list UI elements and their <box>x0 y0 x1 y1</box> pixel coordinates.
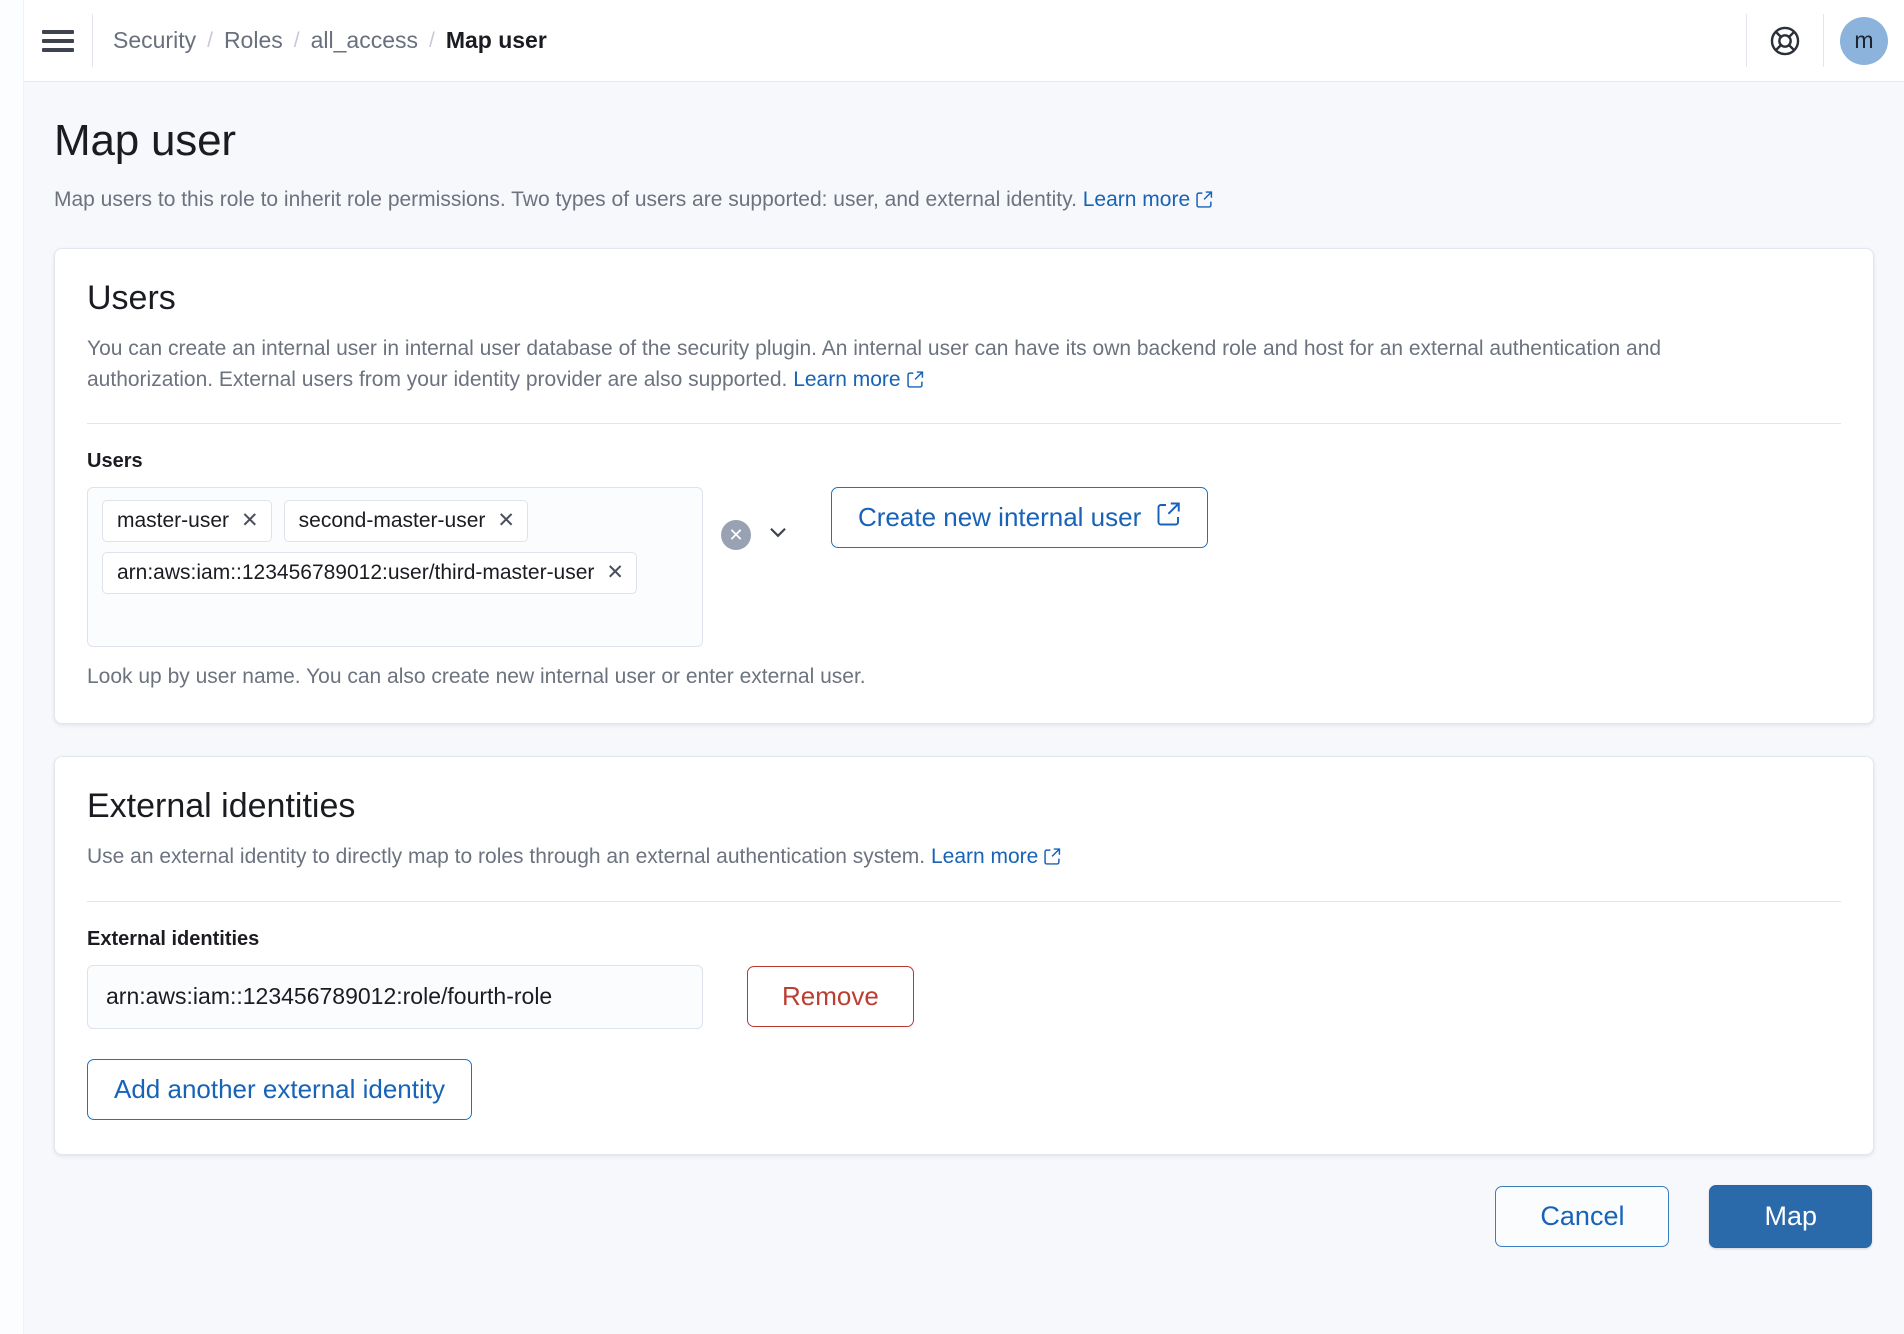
avatar[interactable]: m <box>1840 16 1888 65</box>
page-description-text: Map users to this role to inherit role p… <box>54 188 1077 211</box>
remove-pill-icon[interactable]: ✕ <box>606 562 624 583</box>
users-card-title: Users <box>87 279 176 318</box>
remove-pill-icon[interactable]: ✕ <box>241 510 259 531</box>
users-card-description: You can create an internal user in inter… <box>87 334 1687 397</box>
breadcrumb-separator: / <box>207 28 213 52</box>
external-identity-input[interactable] <box>87 964 703 1029</box>
external-identities-card: External identities Use an external iden… <box>54 756 1874 1155</box>
users-helper-text: Look up by user name. You can also creat… <box>87 665 866 689</box>
app-root: Security / Roles / all_access / Map user <box>0 0 1904 1334</box>
create-new-internal-user-button[interactable]: Create new internal user <box>831 487 1209 549</box>
main-content: Map user Map users to this role to inher… <box>24 82 1904 1334</box>
page-description: Map users to this role to inherit role p… <box>54 186 1874 216</box>
external-card-description-text: Use an external identity to directly map… <box>87 845 926 869</box>
users-field-row: master-user ✕ second-master-user ✕ arn:a… <box>87 487 1841 648</box>
breadcrumb-item-security[interactable]: Security <box>113 27 196 54</box>
user-pill[interactable]: second-master-user ✕ <box>283 500 528 543</box>
header-right: m <box>1746 0 1904 81</box>
breadcrumb-item-map-user: Map user <box>445 27 547 53</box>
external-card-divider <box>87 900 1841 902</box>
map-button[interactable]: Map <box>1709 1184 1872 1248</box>
user-pill[interactable]: arn:aws:iam::123456789012:user/third-mas… <box>102 552 638 595</box>
top-header: Security / Roles / all_access / Map user <box>24 0 1904 82</box>
clear-all-icon[interactable]: ✕ <box>721 519 751 550</box>
hamburger-icon <box>42 25 74 57</box>
external-link-icon <box>1044 844 1061 874</box>
user-pill-label: second-master-user <box>298 508 486 532</box>
breadcrumb-separator: / <box>428 28 435 52</box>
page-title: Map user <box>54 116 236 165</box>
help-button[interactable] <box>1747 0 1823 81</box>
external-card-description: Use an external identity to directly map… <box>87 842 1687 874</box>
external-learn-more-link[interactable]: Learn more <box>931 845 1038 868</box>
create-new-internal-user-label: Create new internal user <box>858 502 1142 533</box>
external-link-icon <box>1196 188 1213 216</box>
combobox-tools: ✕ <box>721 487 791 550</box>
user-pill-label: arn:aws:iam::123456789012:user/third-mas… <box>117 560 595 584</box>
left-rail <box>0 0 24 1334</box>
user-pill[interactable]: master-user ✕ <box>102 500 272 543</box>
breadcrumb-item-all-access[interactable]: all_access <box>311 27 418 54</box>
page-body: Security / Roles / all_access / Map user <box>24 0 1904 1334</box>
users-field-label: Users <box>87 450 143 473</box>
external-identity-row: Remove <box>87 964 1841 1029</box>
avatar-wrap: m <box>1824 0 1904 81</box>
lifebuoy-icon <box>1770 26 1800 55</box>
users-learn-more-link[interactable]: Learn more <box>793 368 900 391</box>
user-pill-label: master-user <box>117 508 230 532</box>
page-learn-more-link[interactable]: Learn more <box>1083 188 1190 211</box>
footer-actions: Cancel Map <box>54 1184 1874 1248</box>
users-card: Users You can create an internal user in… <box>54 248 1874 725</box>
external-link-icon <box>906 367 924 397</box>
cancel-button[interactable]: Cancel <box>1495 1185 1670 1247</box>
chevron-down-icon[interactable] <box>765 519 791 550</box>
menu-toggle-button[interactable] <box>24 0 92 81</box>
users-card-divider <box>87 423 1841 425</box>
users-combobox[interactable]: master-user ✕ second-master-user ✕ arn:a… <box>87 487 703 648</box>
remove-pill-icon[interactable]: ✕ <box>497 510 515 531</box>
breadcrumb-item-roles[interactable]: Roles <box>224 27 283 54</box>
add-another-external-identity-button[interactable]: Add another external identity <box>87 1058 472 1120</box>
breadcrumb-separator: / <box>293 28 300 52</box>
external-link-icon <box>1157 502 1181 533</box>
external-card-title: External identities <box>87 787 356 826</box>
remove-external-identity-button[interactable]: Remove <box>747 966 914 1028</box>
external-field-label: External identities <box>87 927 260 950</box>
breadcrumb: Security / Roles / all_access / Map user <box>93 0 1746 81</box>
